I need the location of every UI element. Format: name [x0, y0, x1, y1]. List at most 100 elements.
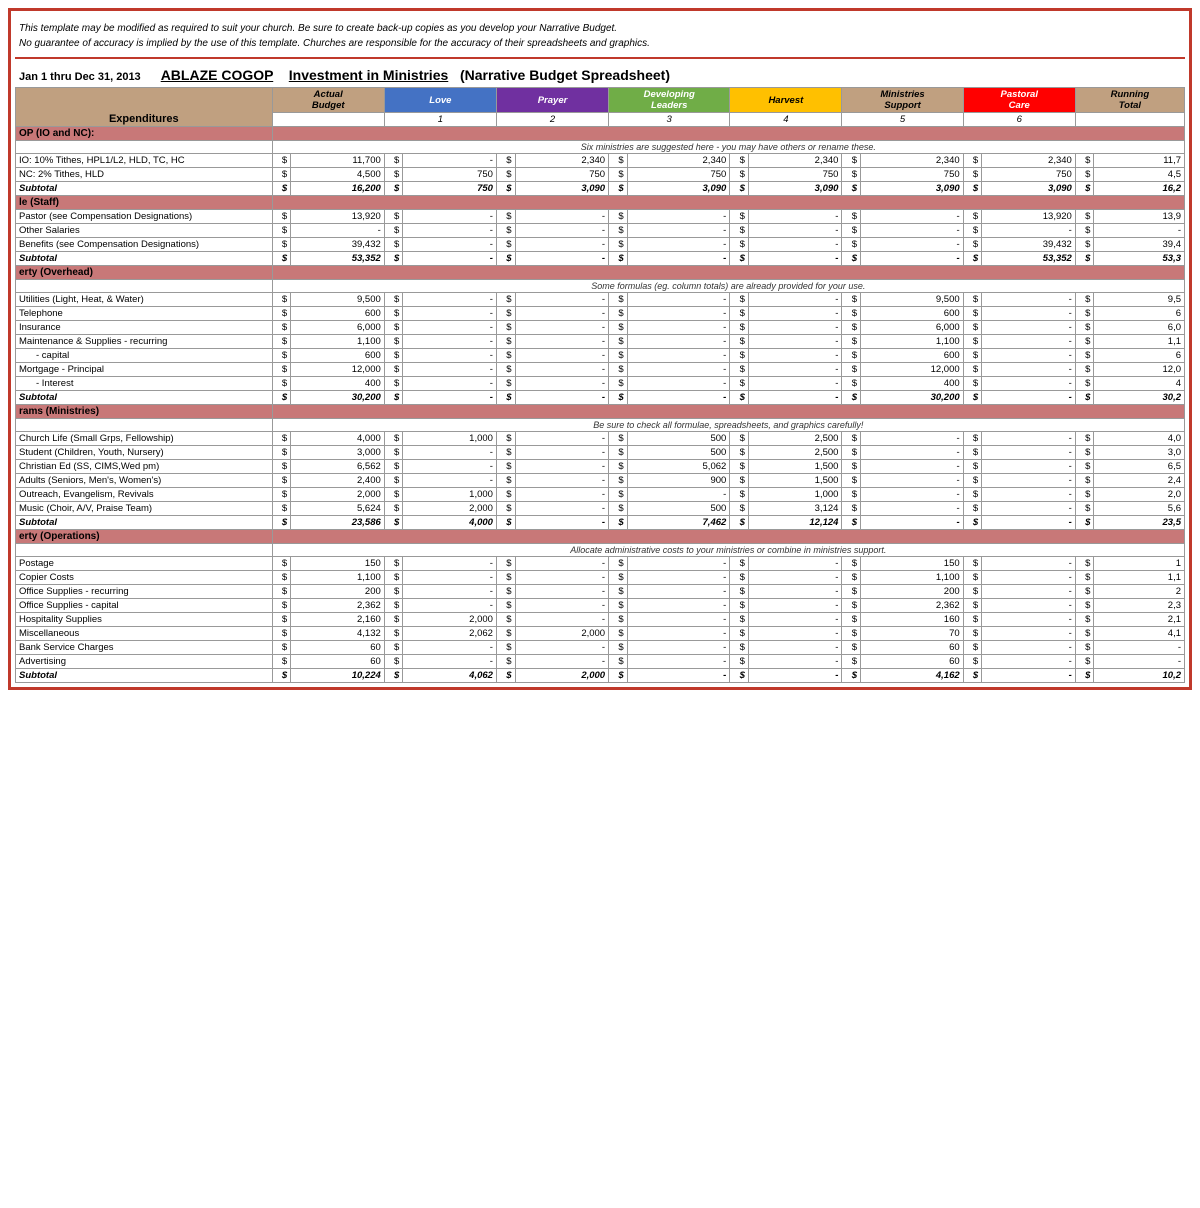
section-header-erty_overhead: erty (Overhead)	[16, 266, 1185, 280]
money-dollar: $	[609, 627, 628, 641]
money-value: -	[861, 210, 964, 224]
money-value: 30,200	[291, 391, 385, 405]
money-dollar: $	[272, 557, 291, 571]
money-dollar: $	[272, 377, 291, 391]
money-dollar: $	[842, 557, 861, 571]
money-value: 4,0	[1094, 432, 1185, 446]
money-dollar: $	[730, 599, 749, 613]
money-value: -	[515, 238, 609, 252]
money-dollar: $	[496, 571, 515, 585]
money-value: -	[515, 224, 609, 238]
money-value: -	[403, 571, 497, 585]
money-value: -	[627, 655, 730, 669]
money-value: -	[982, 516, 1076, 530]
money-dollar: $	[384, 321, 403, 335]
money-value: 30,200	[861, 391, 964, 405]
row-label: Telephone	[16, 307, 273, 321]
col-header-ministries: MinistriesSupport	[842, 88, 963, 113]
money-value: -	[748, 585, 842, 599]
money-dollar: $	[496, 335, 515, 349]
money-value: 4,132	[291, 627, 385, 641]
row-label: Copier Costs	[16, 571, 273, 585]
money-value: -	[627, 557, 730, 571]
money-value: 500	[627, 432, 730, 446]
money-value: -	[403, 377, 497, 391]
row-label: Advertising	[16, 655, 273, 669]
money-value: -	[748, 335, 842, 349]
money-value: 500	[627, 446, 730, 460]
money-value: -	[748, 391, 842, 405]
money-dollar: $	[730, 377, 749, 391]
money-value: 4	[1094, 377, 1185, 391]
disclaimer: This template may be modified as require…	[15, 15, 1185, 59]
money-dollar: $	[1075, 613, 1094, 627]
money-dollar: $	[730, 293, 749, 307]
money-dollar: $	[730, 516, 749, 530]
money-value: -	[982, 641, 1076, 655]
section-note-empty	[16, 141, 273, 154]
money-dollar: $	[963, 224, 982, 238]
money-value: 4,062	[403, 669, 497, 683]
money-value: 500	[627, 502, 730, 516]
money-value: 750	[748, 168, 842, 182]
money-value: -	[748, 627, 842, 641]
table-row: Church Life (Small Grps, Fellowship) $4,…	[16, 432, 1185, 446]
money-dollar: $	[384, 307, 403, 321]
money-dollar: $	[272, 391, 291, 405]
section-note-text: Allocate administrative costs to your mi…	[272, 544, 1184, 557]
money-value: -	[627, 571, 730, 585]
money-value: 16,2	[1094, 182, 1185, 196]
money-value: -	[982, 655, 1076, 669]
money-dollar: $	[842, 335, 861, 349]
money-dollar: $	[384, 641, 403, 655]
money-dollar: $	[272, 627, 291, 641]
money-dollar: $	[1075, 474, 1094, 488]
money-dollar: $	[963, 571, 982, 585]
money-dollar: $	[496, 182, 515, 196]
money-value: -	[515, 391, 609, 405]
money-value: -	[982, 557, 1076, 571]
money-value: -	[748, 210, 842, 224]
subtotal-label: Subtotal	[16, 669, 273, 683]
table-row: Office Supplies - capital $2,362 $- $- $…	[16, 599, 1185, 613]
money-dollar: $	[730, 432, 749, 446]
money-value: 13,920	[982, 210, 1076, 224]
money-value: -	[627, 391, 730, 405]
money-value: -	[982, 293, 1076, 307]
section-header-erty_operations: erty (Operations)	[16, 530, 1185, 544]
col-header-developing: DevelopingLeaders	[609, 88, 730, 113]
money-value: 6,562	[291, 460, 385, 474]
disclaimer-line1: This template may be modified as require…	[19, 21, 1181, 36]
money-dollar: $	[730, 488, 749, 502]
table-row: Benefits (see Compensation Designations)…	[16, 238, 1185, 252]
subtitle: Investment in Ministries	[289, 67, 448, 83]
money-dollar: $	[1075, 238, 1094, 252]
money-dollar: $	[963, 474, 982, 488]
money-dollar: $	[1075, 224, 1094, 238]
money-dollar: $	[730, 474, 749, 488]
row-label: Hospitality Supplies	[16, 613, 273, 627]
money-dollar: $	[609, 613, 628, 627]
money-value: -	[403, 474, 497, 488]
money-value: -	[982, 599, 1076, 613]
money-dollar: $	[1075, 377, 1094, 391]
table-row: Postage $150 $- $- $- $- $150 $- $1	[16, 557, 1185, 571]
money-value: -	[982, 474, 1076, 488]
money-dollar: $	[272, 432, 291, 446]
section-note-text: Be sure to check all formulae, spreadshe…	[272, 419, 1184, 432]
money-value: -	[861, 252, 964, 266]
money-dollar: $	[730, 571, 749, 585]
money-value: 1,1	[1094, 571, 1185, 585]
money-value: -	[515, 377, 609, 391]
money-value: -	[515, 335, 609, 349]
money-dollar: $	[272, 224, 291, 238]
money-value: -	[515, 210, 609, 224]
money-dollar: $	[963, 238, 982, 252]
row-label: Benefits (see Compensation Designations)	[16, 238, 273, 252]
money-value: -	[627, 377, 730, 391]
col-header-prayer: Prayer	[496, 88, 608, 113]
money-dollar: $	[842, 474, 861, 488]
money-value: -	[627, 349, 730, 363]
row-label: Music (Choir, A/V, Praise Team)	[16, 502, 273, 516]
money-value: -	[982, 669, 1076, 683]
